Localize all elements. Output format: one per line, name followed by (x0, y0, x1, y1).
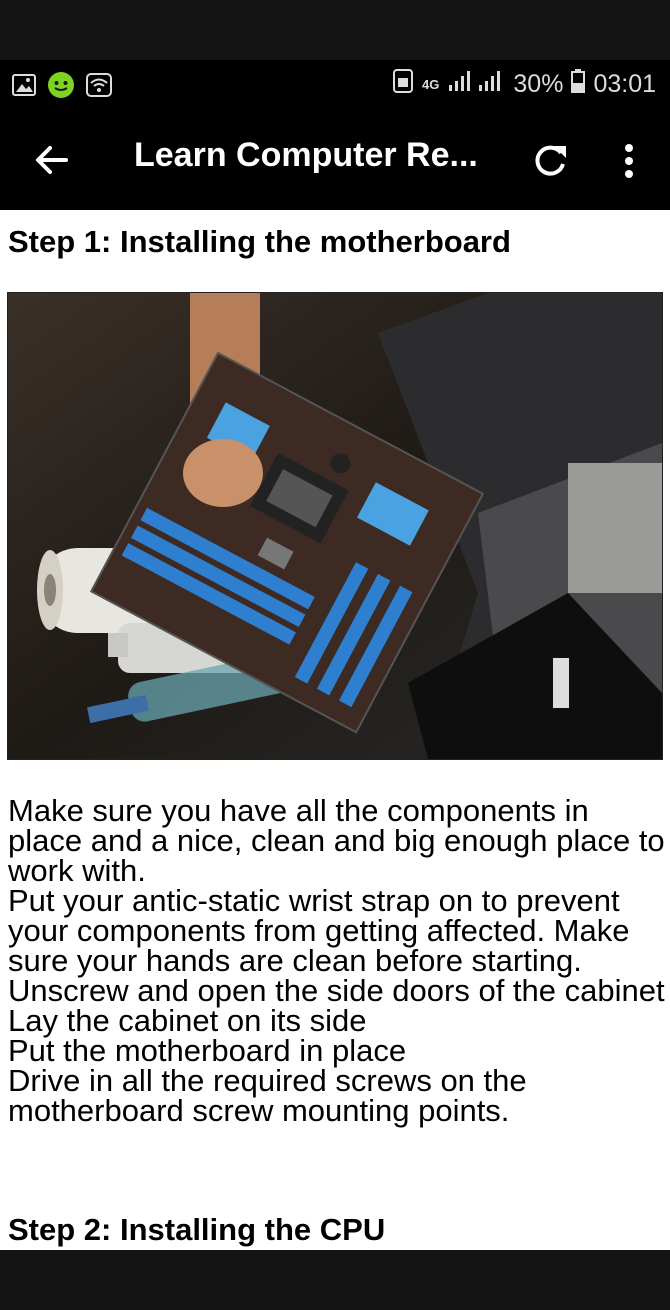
image-icon (12, 74, 36, 100)
step1-heading: Step 1: Installing the motherboard (8, 224, 511, 259)
back-button[interactable] (30, 138, 74, 182)
signal-icon (447, 69, 505, 100)
battery-percent: 30% (513, 70, 564, 98)
refresh-icon (535, 145, 566, 176)
refresh-button[interactable] (528, 140, 572, 184)
step1-line-2: Put your antic-static wrist strap on to … (8, 883, 630, 978)
more-vertical-icon (625, 144, 633, 178)
wifi-icon (86, 73, 112, 101)
step1-line-6: Drive in all the required screws on the … (8, 1063, 527, 1128)
article-content[interactable]: Step 1: Installing the motherboard Make … (0, 210, 670, 1250)
overflow-menu-button[interactable] (612, 140, 646, 184)
app-title: Learn Computer Re... (134, 136, 478, 174)
top-spacer (0, 0, 670, 60)
step2-heading: Step 2: Installing the CPU (8, 1212, 386, 1247)
arrow-left-icon (36, 146, 68, 174)
step1-line-5: Put the motherboard in place (8, 1033, 407, 1068)
motherboard-photo (7, 292, 663, 760)
step1-line-3: Unscrew and open the side doors of the c… (8, 973, 665, 1008)
app-bar: Learn Computer Re... (0, 108, 670, 210)
step1-line-4: Lay the cabinet on its side (8, 1003, 367, 1038)
status-bar: 4G 30% 03:01 (0, 60, 670, 108)
step1-body: Make sure you have all the components in… (8, 793, 668, 1128)
network-label: 4G (422, 77, 440, 92)
system-nav-bar (0, 1250, 670, 1310)
nfc-icon (392, 68, 414, 101)
android-icon (46, 70, 76, 104)
battery-icon (571, 69, 586, 100)
step1-line-1: Make sure you have all the components in… (8, 793, 665, 888)
clock: 03:01 (593, 70, 656, 98)
